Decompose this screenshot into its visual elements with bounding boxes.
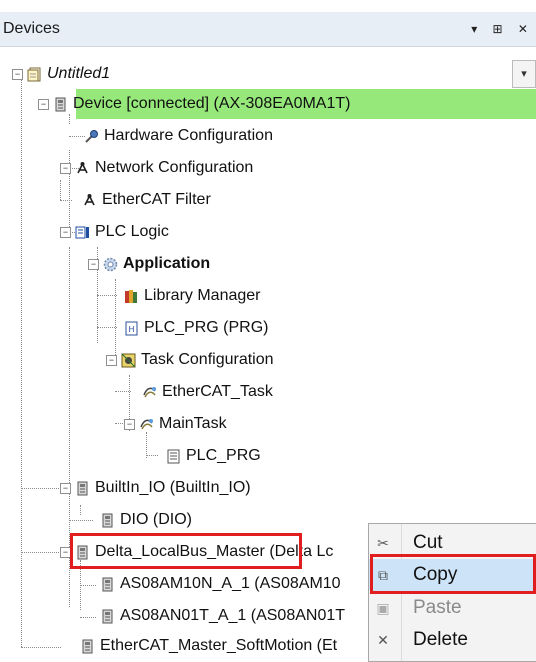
- tree-label: Application: [123, 255, 211, 272]
- collapse-icon[interactable]: −: [60, 162, 71, 174]
- program-call-icon: [166, 449, 181, 464]
- callout-copy: [370, 554, 536, 594]
- application-gear-icon: [103, 257, 118, 272]
- collapse-icon[interactable]: −: [60, 226, 71, 238]
- menu-item-label: Paste: [413, 597, 462, 618]
- tree-node-as08an01t[interactable]: AS08AN01T_A_1 (AS08AN01T: [100, 602, 345, 630]
- task-icon: [142, 385, 157, 400]
- panel-header-icons[interactable]: ▾ ⊞ ✕: [471, 22, 534, 36]
- collapse-icon[interactable]: −: [124, 418, 135, 430]
- tree-label: Network Configuration: [95, 159, 254, 176]
- tree-label: PLC Logic: [95, 223, 169, 240]
- menu-item-paste[interactable]: ▣ Paste: [369, 592, 536, 624]
- tree-label: Untitled1: [47, 65, 111, 82]
- plc-logic-icon: [75, 225, 90, 240]
- callout-delta-localbus-master: [70, 533, 302, 569]
- devices-panel-header: Devices ▾ ⊞ ✕: [0, 12, 536, 47]
- tree-label: AS08AM10N_A_1 (AS08AM10: [120, 575, 341, 592]
- tree-label: BuiltIn_IO (BuiltIn_IO): [95, 479, 251, 496]
- tree-node-library-manager[interactable]: Library Manager: [124, 282, 261, 310]
- svg-text:H: H: [128, 325, 134, 334]
- collapse-icon[interactable]: −: [60, 482, 71, 494]
- tree-label: EtherCAT_Task: [162, 383, 273, 400]
- tree-label: Task Configuration: [141, 351, 274, 368]
- device-icon: [100, 577, 115, 592]
- combo-dropdown-arrow-icon[interactable]: ▾: [512, 60, 536, 88]
- device-icon: [100, 513, 115, 528]
- tree-label: AS08AN01T_A_1 (AS08AN01T: [120, 607, 346, 624]
- tree-label: Library Manager: [144, 287, 261, 304]
- tree-label: MainTask: [159, 415, 227, 432]
- device-icon: [53, 97, 68, 112]
- program-icon: H: [124, 321, 139, 336]
- tree-node-network-config[interactable]: − Network Configuration: [60, 154, 253, 182]
- tree-node-hardware-config[interactable]: Hardware Configuration: [84, 122, 273, 150]
- collapse-icon[interactable]: −: [88, 258, 99, 270]
- tree-label: PLC_PRG (PRG): [144, 319, 269, 336]
- collapse-icon[interactable]: −: [38, 98, 49, 110]
- tree-label: EtherCAT_Master_SoftMotion (Et: [100, 637, 338, 654]
- collapse-icon[interactable]: −: [12, 68, 23, 80]
- tree-node-project[interactable]: − Untitled1: [12, 60, 110, 88]
- tree-label: DIO (DIO): [120, 511, 192, 528]
- tree-node-plc-logic[interactable]: − PLC Logic: [60, 218, 169, 246]
- tree-node-ethercat-task[interactable]: EtherCAT_Task: [142, 378, 273, 406]
- device-icon: [80, 639, 95, 654]
- tree-node-plc-prg[interactable]: H PLC_PRG (PRG): [124, 314, 268, 342]
- menu-item-label: Delete: [413, 629, 468, 650]
- network-icon: [82, 193, 97, 208]
- project-icon: [27, 67, 42, 82]
- device-icon: [75, 481, 90, 496]
- tree-label: EtherCAT Filter: [102, 191, 211, 208]
- tree-node-as08am10n[interactable]: AS08AM10N_A_1 (AS08AM10: [100, 570, 341, 598]
- tree-node-plc-prg-call[interactable]: PLC_PRG: [166, 442, 261, 470]
- tree-label: Device [connected] (AX-308EA0MA1T): [73, 95, 351, 112]
- tree-node-application[interactable]: − Application: [88, 250, 210, 278]
- tree-label: PLC_PRG: [186, 447, 261, 464]
- menu-item-delete[interactable]: ✕ Delete: [369, 624, 536, 656]
- panel-title: Devices: [3, 20, 60, 37]
- tree-node-ethercat-master[interactable]: EtherCAT_Master_SoftMotion (Et: [60, 632, 337, 660]
- tree-node-ethercat-filter[interactable]: EtherCAT Filter: [82, 186, 211, 214]
- delete-icon: ✕: [377, 632, 389, 648]
- network-icon: [75, 161, 90, 176]
- task-config-icon: [121, 353, 136, 368]
- tree-node-builtin-io[interactable]: − BuiltIn_IO (BuiltIn_IO): [60, 474, 251, 502]
- tree-node-dio[interactable]: DIO (DIO): [100, 506, 192, 534]
- paste-icon: ▣: [376, 600, 390, 616]
- tree-node-device[interactable]: − Device [connected] (AX-308EA0MA1T): [38, 90, 350, 118]
- tree-node-main-task[interactable]: − MainTask: [124, 410, 227, 438]
- tree-label: Hardware Configuration: [104, 127, 273, 144]
- device-icon: [100, 609, 115, 624]
- library-icon: [124, 289, 139, 304]
- collapse-icon[interactable]: −: [106, 354, 117, 366]
- task-icon: [139, 417, 154, 432]
- tree-node-task-configuration[interactable]: − Task Configuration: [106, 346, 274, 374]
- hardware-config-icon: [84, 129, 99, 144]
